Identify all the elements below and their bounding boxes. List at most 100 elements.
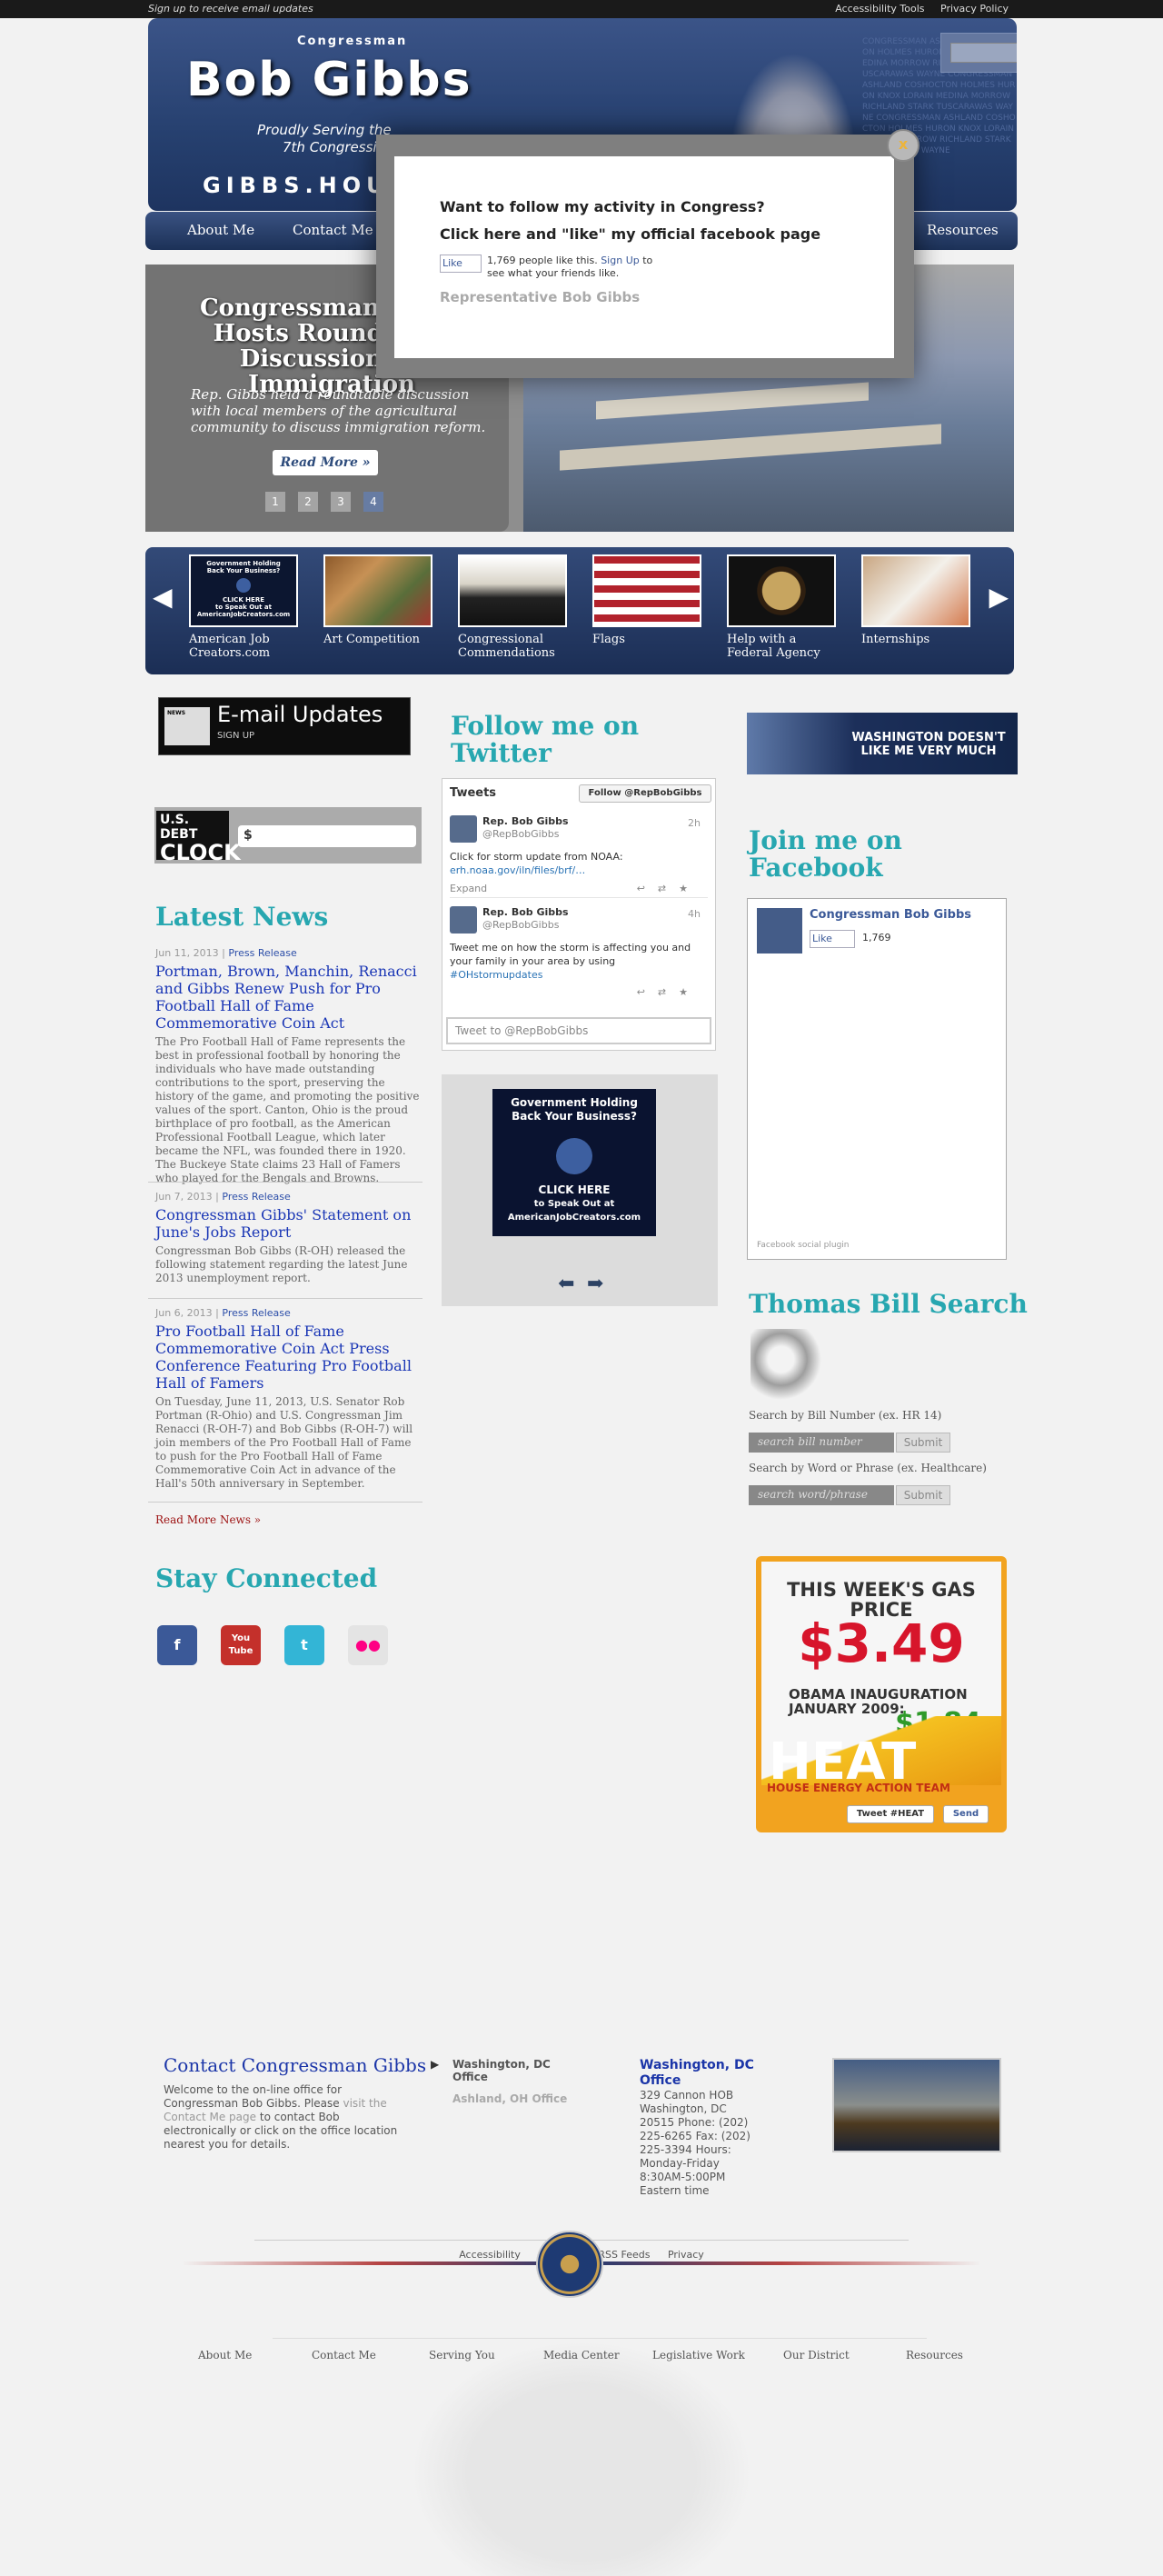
congress-seal-icon bbox=[536, 2231, 603, 2298]
carousel-item-federal-agency[interactable]: Help with a Federal Agency bbox=[727, 554, 836, 660]
tweet-hashtag-link[interactable]: #OHstormupdates bbox=[450, 969, 542, 981]
office-address: Washington, DC Office 329 Cannon HOB Was… bbox=[640, 2058, 761, 2198]
accessibility-tools-link[interactable]: Accessibility Tools bbox=[835, 3, 924, 15]
slider-page-1[interactable]: 1 bbox=[265, 492, 285, 512]
footer-nav-district[interactable]: Our District bbox=[783, 2349, 850, 2361]
news-title-link[interactable]: Portman, Brown, Manchin, Renacci and Gib… bbox=[155, 963, 421, 1032]
carousel-item-label: Help with a Federal Agency bbox=[727, 633, 820, 660]
tweet-time[interactable]: 2h bbox=[688, 817, 701, 829]
word-phrase-submit[interactable]: Submit bbox=[896, 1485, 950, 1505]
promo-prev-icon[interactable]: ⬅ bbox=[558, 1273, 574, 1295]
footer-accessibility-link[interactable]: Accessibility bbox=[459, 2249, 521, 2261]
modal-like-text: 1,769 people like this. Sign Up to see w… bbox=[487, 255, 653, 279]
tweet-author[interactable]: Rep. Bob Gibbs bbox=[482, 906, 569, 918]
art-competition-thumbnail bbox=[323, 554, 432, 627]
promo-next-icon[interactable]: ➡ bbox=[587, 1273, 603, 1295]
avatar[interactable] bbox=[450, 906, 477, 934]
bill-number-input[interactable]: search bill number bbox=[749, 1433, 894, 1453]
debt-clock-widget[interactable]: U.S. DEBT CLOCK $ bbox=[154, 807, 422, 864]
facebook-page-photo[interactable] bbox=[757, 908, 802, 954]
commendations-thumbnail bbox=[458, 554, 567, 627]
facebook-page-name[interactable]: Congressman Bob Gibbs bbox=[810, 908, 971, 922]
tweet-actions-icons[interactable]: ↩⇄★ bbox=[637, 883, 701, 894]
quick-links-carousel: ◀ ▶ Government Holding Back Your Business… bbox=[145, 547, 1014, 674]
footer-nav-resources[interactable]: Resources bbox=[906, 2349, 963, 2361]
youtube-icon[interactable]: You Tube bbox=[221, 1625, 261, 1665]
tweet-actions-icons[interactable]: ↩⇄★ bbox=[637, 986, 701, 998]
close-icon[interactable]: x bbox=[887, 129, 919, 162]
header-name[interactable]: Bob Gibbs bbox=[186, 53, 472, 107]
divider bbox=[148, 1298, 422, 1299]
read-more-news-link[interactable]: Read More News » bbox=[155, 1513, 261, 1526]
bill-number-submit[interactable]: Submit bbox=[896, 1433, 950, 1453]
search-input[interactable] bbox=[950, 43, 1017, 63]
news-title-link[interactable]: Congressman Gibbs' Statement on June's J… bbox=[155, 1206, 421, 1241]
modal-like-button[interactable]: Like bbox=[440, 255, 482, 273]
carousel-item-art-competition[interactable]: Art Competition bbox=[323, 554, 432, 646]
carousel-item-flags[interactable]: Flags bbox=[592, 554, 701, 646]
news-item: Jun 7, 2013 | Press Release Congressman … bbox=[155, 1191, 421, 1285]
news-type-link[interactable]: Press Release bbox=[222, 1307, 290, 1319]
footer-nav-serving[interactable]: Serving You bbox=[429, 2349, 495, 2361]
tweet-expand[interactable]: Expand bbox=[450, 883, 487, 894]
facebook-plugin-label[interactable]: Facebook social plugin bbox=[757, 1241, 850, 1250]
footer-privacy-link[interactable]: Privacy bbox=[668, 2249, 704, 2261]
slider-page-4[interactable]: 4 bbox=[363, 492, 383, 512]
carousel-item-job-creators[interactable]: Government Holding Back Your Business? CL… bbox=[189, 554, 298, 660]
tweet-link[interactable]: erh.noaa.gov/iln/files/brf/… bbox=[450, 864, 585, 876]
facebook-icon[interactable]: f bbox=[157, 1625, 197, 1665]
modal-page-name[interactable]: Representative Bob Gibbs bbox=[440, 289, 640, 305]
avatar[interactable] bbox=[450, 815, 477, 843]
email-signup-link[interactable]: Sign up to receive email updates bbox=[148, 3, 313, 15]
follow-button[interactable]: Follow @RepBobGibbs bbox=[579, 784, 711, 803]
footer-nav-media[interactable]: Media Center bbox=[543, 2349, 620, 2361]
footer-nav-contact[interactable]: Contact Me bbox=[312, 2349, 376, 2361]
office-ashland[interactable]: Ashland, OH Office bbox=[452, 2092, 580, 2105]
carousel-item-internships[interactable]: Internships bbox=[861, 554, 970, 646]
tweet-heat-button[interactable]: Tweet #HEAT bbox=[847, 1805, 934, 1823]
privacy-policy-link[interactable]: Privacy Policy bbox=[940, 3, 1009, 15]
facebook-send-button[interactable]: Send bbox=[943, 1805, 989, 1823]
nav-contact-me[interactable]: Contact Me bbox=[293, 222, 373, 238]
tweet-author[interactable]: Rep. Bob Gibbs bbox=[482, 815, 569, 827]
office-washington[interactable]: Washington, DC Office bbox=[452, 2058, 562, 2083]
jefferson-portrait bbox=[750, 1329, 827, 1405]
job-creators-ad[interactable]: Government Holding Back Your Business? CL… bbox=[492, 1089, 656, 1236]
carousel-item-label: American Job Creators.com bbox=[189, 633, 271, 660]
debt-clock-value: $ bbox=[238, 825, 416, 847]
header-serving: Proudly Serving the 7th Congressi bbox=[235, 122, 392, 156]
modal-signup-link[interactable]: Sign Up bbox=[601, 255, 640, 266]
facebook-like-button[interactable]: Like bbox=[810, 930, 855, 948]
washington-banner[interactable]: WASHINGTON DOESN'T LIKE ME VERY MUCH bbox=[747, 713, 1018, 774]
facebook-widget: Congressman Bob Gibbs Like 1,769 Faceboo… bbox=[747, 898, 1007, 1260]
tweet-time[interactable]: 4h bbox=[688, 908, 701, 920]
email-updates-banner[interactable]: NEWS E-mail Updates SIGN UP bbox=[158, 697, 411, 755]
slider-read-more-button[interactable]: Read More » bbox=[273, 450, 378, 475]
modal-facebook-link[interactable]: Click here and "like" my official facebo… bbox=[440, 225, 820, 243]
footer-rss-link[interactable]: RSS Feeds bbox=[598, 2249, 650, 2261]
slider-page-3[interactable]: 3 bbox=[331, 492, 351, 512]
header-congressman: Congressman bbox=[297, 35, 408, 48]
top-links: Accessibility Tools Privacy Policy bbox=[822, 3, 1009, 15]
carousel-prev-icon[interactable]: ◀ bbox=[153, 582, 173, 612]
twitter-icon[interactable]: t bbox=[284, 1625, 324, 1665]
carousel-item-label: Internships bbox=[861, 633, 930, 646]
slider-page-2[interactable]: 2 bbox=[298, 492, 318, 512]
word-phrase-label: Search by Word or Phrase (ex. Healthcare… bbox=[749, 1462, 987, 1474]
word-phrase-input[interactable]: search word/phrase bbox=[749, 1485, 894, 1505]
latest-news-heading: Latest News bbox=[155, 902, 329, 932]
carousel-next-icon[interactable]: ▶ bbox=[989, 582, 1009, 612]
footer-nav-legislative[interactable]: Legislative Work bbox=[652, 2349, 745, 2361]
news-type-link[interactable]: Press Release bbox=[222, 1191, 290, 1203]
news-type-link[interactable]: Press Release bbox=[228, 947, 296, 959]
nav-resources[interactable]: Resources bbox=[927, 222, 999, 238]
nav-about-me[interactable]: About Me bbox=[187, 222, 254, 238]
flickr-icon[interactable]: ●● bbox=[348, 1625, 388, 1665]
carousel-item-commendations[interactable]: Congressional Commendations bbox=[458, 554, 567, 660]
news-title-link[interactable]: Pro Football Hall of Fame Commemorative … bbox=[155, 1323, 421, 1392]
tweet-input[interactable]: Tweet to @RepBobGibbs bbox=[446, 1017, 711, 1044]
search-box: ⚲ bbox=[940, 33, 1017, 73]
footer-nav-about[interactable]: About Me bbox=[198, 2349, 252, 2361]
carousel-item-label: Art Competition bbox=[323, 633, 421, 646]
facebook-follow-modal: Want to follow my activity in Congress? … bbox=[394, 156, 894, 358]
